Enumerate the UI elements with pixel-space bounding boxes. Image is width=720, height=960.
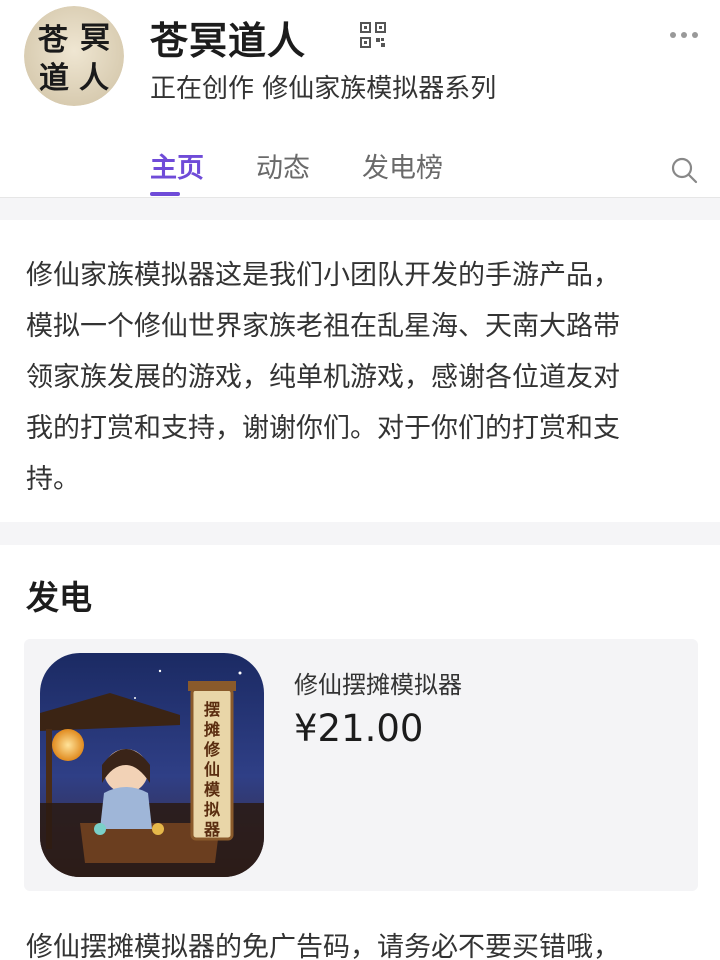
product-price: ¥21.00 xyxy=(294,707,424,750)
tab-bar: 主页 动态 发电榜 xyxy=(0,138,720,198)
avatar-calligraphy-image: 苍 冥 道 人 xyxy=(24,6,124,106)
tab-home[interactable]: 主页 xyxy=(150,146,204,185)
more-dots-icon[interactable] xyxy=(668,26,700,44)
search-icon[interactable] xyxy=(670,156,698,184)
qr-code-icon[interactable] xyxy=(360,22,386,48)
svg-text:苍: 苍 xyxy=(38,23,69,58)
intro-line: 修仙家族模拟器这是我们小团队开发的手游产品， xyxy=(26,260,620,291)
product-name: 修仙摆摊模拟器 xyxy=(294,671,462,699)
intro-line: 模拟一个修仙世界家族老祖在乱星海、天南大路带 xyxy=(26,311,620,342)
profile-header: 苍 冥 道 人 苍冥道人 正在创作 修仙家族模拟器系列 主页 动态 发电榜 xyxy=(0,0,720,198)
svg-text:模: 模 xyxy=(204,780,221,799)
product-image: 摆 摊 修 仙 模 拟 器 xyxy=(40,653,264,877)
product-description: 修仙摆摊模拟器的免广告码，请务必不要买错哦， xyxy=(26,932,620,960)
intro-section: 修仙家族模拟器这是我们小团队开发的手游产品， 模拟一个修仙世界家族老祖在乱星海、… xyxy=(0,220,720,522)
intro-line: 持。 xyxy=(26,464,80,495)
intro-line: 我的打赏和支持，谢谢你们。对于你们的打赏和支 xyxy=(26,413,620,444)
svg-text:摆: 摆 xyxy=(204,700,220,719)
svg-text:仙: 仙 xyxy=(204,760,220,779)
svg-text:摊: 摊 xyxy=(204,720,220,739)
svg-text:修: 修 xyxy=(203,740,221,759)
active-tab-indicator xyxy=(150,192,180,196)
svg-text:器: 器 xyxy=(203,820,221,839)
svg-text:人: 人 xyxy=(79,61,109,96)
intro-line: 领家族发展的游戏，纯单机游戏，感谢各位道友对 xyxy=(26,362,620,393)
svg-text:道: 道 xyxy=(39,61,69,96)
tab-activity[interactable]: 动态 xyxy=(256,146,310,185)
support-section: 发电 摆 摊 修 仙 模 拟 器 修仙摆摊模拟器 ¥21.00 修仙摆摊模拟器的… xyxy=(0,545,720,960)
profile-name: 苍冥道人 xyxy=(150,19,307,63)
creating-status: 正在创作 修仙家族模拟器系列 xyxy=(150,74,497,104)
avatar[interactable]: 苍 冥 道 人 xyxy=(24,6,124,106)
svg-text:拟: 拟 xyxy=(204,800,220,819)
svg-text:冥: 冥 xyxy=(80,21,110,56)
support-title: 发电 xyxy=(26,578,92,617)
tab-support-ranking[interactable]: 发电榜 xyxy=(362,146,443,185)
product-card[interactable]: 摆 摊 修 仙 模 拟 器 修仙摆摊模拟器 ¥21.00 xyxy=(24,639,698,891)
intro-text: 修仙家族模拟器这是我们小团队开发的手游产品， 模拟一个修仙世界家族老祖在乱星海、… xyxy=(26,250,696,505)
